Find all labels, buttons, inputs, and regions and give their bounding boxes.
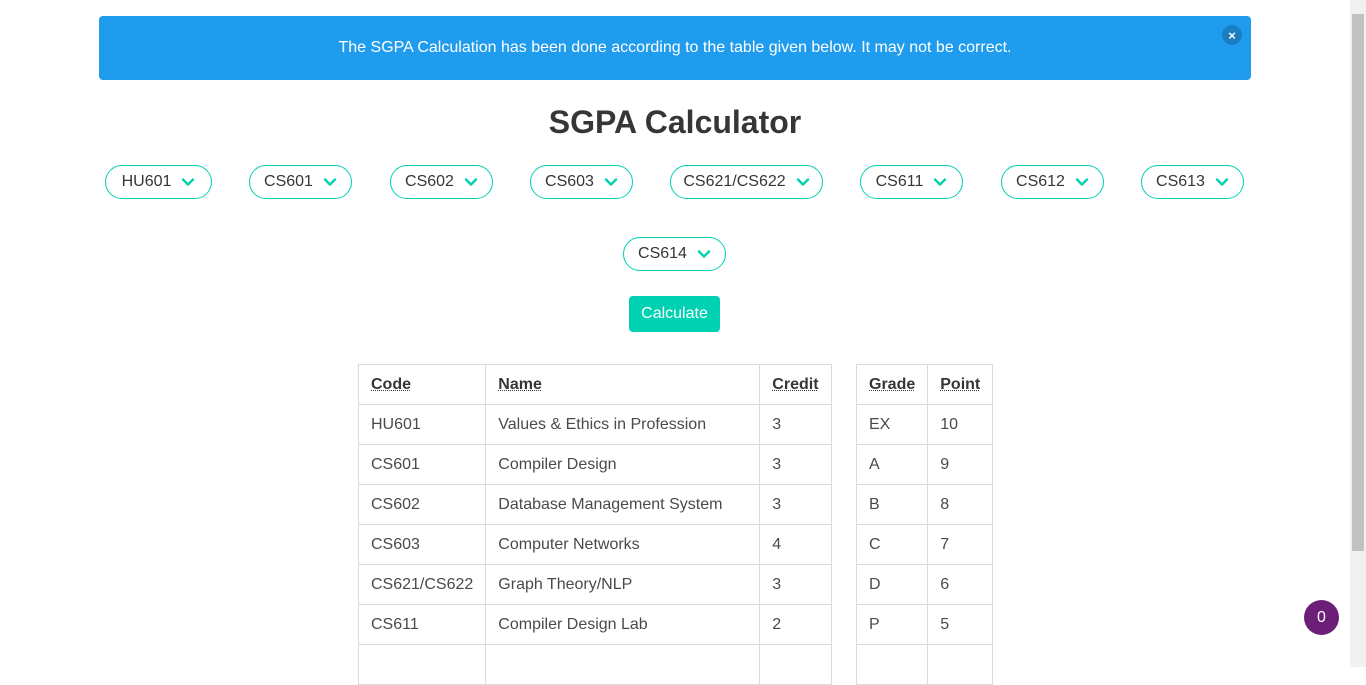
chevron-down-icon bbox=[1075, 178, 1089, 186]
course-code: HU601 bbox=[357, 404, 487, 445]
page-title: SGPA Calculator bbox=[548, 104, 802, 140]
course-name: Database Management System bbox=[485, 484, 761, 525]
calculate-button[interactable]: Calculate bbox=[629, 296, 720, 332]
course-credit: 3 bbox=[759, 404, 832, 445]
table-row: CS621/CS622 Graph Theory/NLP 3 bbox=[357, 564, 832, 605]
subject-dropdown-label: CS601 bbox=[264, 173, 313, 190]
subject-dropdown-label: CS603 bbox=[545, 173, 594, 190]
table-row: C 7 bbox=[855, 524, 994, 565]
table-row: CS603 Computer Networks 4 bbox=[357, 524, 832, 565]
chevron-down-icon bbox=[697, 250, 711, 258]
course-code: CS611 bbox=[357, 604, 487, 645]
chevron-down-icon bbox=[1215, 178, 1229, 186]
subject-dropdown-cs614[interactable]: CS614 bbox=[623, 237, 726, 271]
subject-dropdown-cs611[interactable]: CS611 bbox=[860, 165, 963, 199]
vertical-scrollbar[interactable] bbox=[1350, 0, 1366, 667]
close-icon[interactable]: × bbox=[1222, 25, 1242, 45]
subject-dropdown-cs613[interactable]: CS613 bbox=[1141, 165, 1244, 199]
grade-point: 6 bbox=[927, 564, 994, 605]
grade-point: 8 bbox=[927, 484, 994, 525]
grade-point: 9 bbox=[927, 444, 994, 485]
chevron-down-icon bbox=[604, 178, 618, 186]
course-credit: 3 bbox=[759, 564, 832, 605]
table-row-partial bbox=[357, 644, 832, 685]
table-row: B 8 bbox=[855, 484, 994, 525]
grade: A bbox=[855, 444, 929, 485]
course-name: Compiler Design bbox=[485, 444, 761, 485]
notification-banner: The SGPA Calculation has been done accor… bbox=[99, 16, 1251, 80]
table-row: CS601 Compiler Design 3 bbox=[357, 444, 832, 485]
grade-table: Grade Point EX 10 A 9 B 8 C 7 D 6 P 5 bbox=[855, 364, 994, 685]
chevron-down-icon bbox=[182, 178, 195, 186]
table-row: D 6 bbox=[855, 564, 994, 605]
course-table-header-row: Code Name Credit bbox=[357, 364, 832, 405]
grade: B bbox=[855, 484, 929, 525]
course-table: Code Name Credit HU601 Values & Ethics i… bbox=[357, 364, 832, 685]
subject-dropdown-label: HU601 bbox=[121, 173, 172, 190]
course-name: Graph Theory/NLP bbox=[485, 564, 761, 605]
grade: C bbox=[855, 524, 929, 565]
course-code: CS602 bbox=[357, 484, 487, 525]
subject-dropdown-cs602[interactable]: CS602 bbox=[390, 165, 493, 199]
subject-dropdown-label: CS611 bbox=[875, 173, 924, 190]
grade: D bbox=[855, 564, 929, 605]
course-name: Computer Networks bbox=[485, 524, 761, 565]
table-row: P 5 bbox=[855, 604, 994, 645]
table-row-partial bbox=[855, 644, 994, 685]
subject-dropdown-cs612[interactable]: CS612 bbox=[1001, 165, 1104, 199]
notification-message: The SGPA Calculation has been done accor… bbox=[338, 39, 1012, 56]
subject-dropdown-label: CS613 bbox=[1156, 173, 1205, 190]
course-name: Compiler Design Lab bbox=[485, 604, 761, 645]
subject-dropdown-cs621-cs622[interactable]: CS621/CS622 bbox=[670, 165, 823, 199]
course-credit: 3 bbox=[759, 444, 832, 485]
grade-point: 10 bbox=[927, 404, 994, 445]
table-row: CS611 Compiler Design Lab 2 bbox=[357, 604, 832, 645]
course-name: Values & Ethics in Profession bbox=[485, 404, 761, 445]
subject-dropdown-hu601[interactable]: HU601 bbox=[105, 165, 212, 199]
column-header-credit: Credit bbox=[759, 364, 832, 405]
scrollbar-thumb[interactable] bbox=[1352, 14, 1364, 551]
column-header-point: Point bbox=[927, 364, 994, 405]
subject-dropdown-label: CS614 bbox=[638, 245, 687, 262]
chevron-down-icon bbox=[934, 178, 947, 186]
course-credit: 4 bbox=[759, 524, 832, 565]
table-row: A 9 bbox=[855, 444, 994, 485]
grade-point: 7 bbox=[927, 524, 994, 565]
subject-dropdown-label: CS602 bbox=[405, 173, 454, 190]
chevron-down-icon bbox=[464, 178, 478, 186]
column-header-grade: Grade bbox=[855, 364, 929, 405]
subject-dropdown-label: CS621/CS622 bbox=[683, 173, 786, 190]
grade: P bbox=[855, 604, 929, 645]
table-row: HU601 Values & Ethics in Profession 3 bbox=[357, 404, 832, 445]
table-row: EX 10 bbox=[855, 404, 994, 445]
grade: EX bbox=[855, 404, 929, 445]
grade-table-header-row: Grade Point bbox=[855, 364, 994, 405]
column-header-code: Code bbox=[357, 364, 487, 405]
course-code: CS621/CS622 bbox=[357, 564, 487, 605]
notification-count-badge[interactable]: 0 bbox=[1304, 600, 1339, 635]
course-credit: 3 bbox=[759, 484, 832, 525]
course-code: CS601 bbox=[357, 444, 487, 485]
course-credit: 2 bbox=[759, 604, 832, 645]
subject-dropdown-label: CS612 bbox=[1016, 173, 1065, 190]
course-code: CS603 bbox=[357, 524, 487, 565]
chevron-down-icon bbox=[323, 178, 337, 186]
chevron-down-icon bbox=[796, 178, 809, 186]
grade-point: 5 bbox=[927, 604, 994, 645]
table-row: CS602 Database Management System 3 bbox=[357, 484, 832, 525]
subject-dropdown-cs601[interactable]: CS601 bbox=[249, 165, 352, 199]
column-header-name: Name bbox=[485, 364, 761, 405]
subject-dropdown-cs603[interactable]: CS603 bbox=[530, 165, 633, 199]
